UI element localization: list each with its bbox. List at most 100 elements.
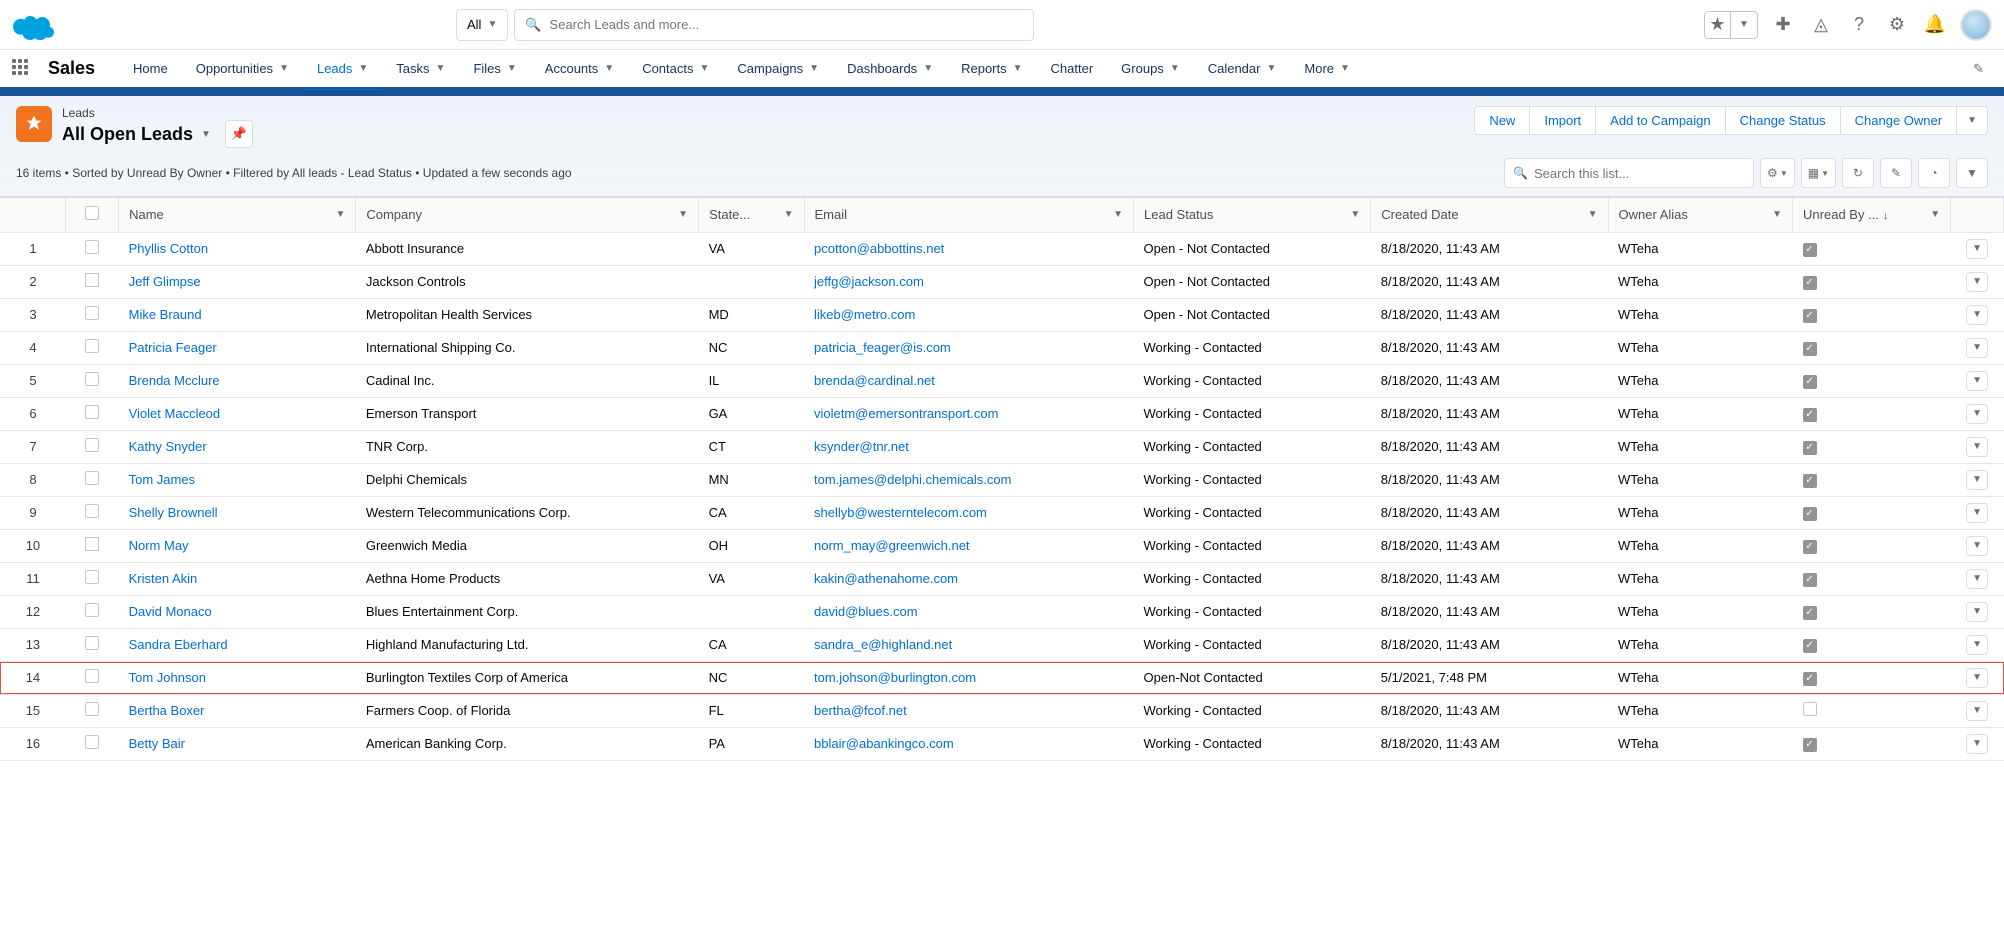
email-link[interactable]: patricia_feager@is.com bbox=[814, 340, 951, 355]
row-actions-dropdown[interactable]: ▼ bbox=[1966, 371, 1988, 391]
salesforce-logo[interactable] bbox=[12, 10, 56, 40]
email-link[interactable]: tom.james@delphi.chemicals.com bbox=[814, 472, 1011, 487]
search-box[interactable]: 🔍 bbox=[514, 9, 1034, 41]
col-owner-alias[interactable]: Owner Alias▼ bbox=[1608, 198, 1793, 232]
col-state[interactable]: State...▼ bbox=[699, 198, 804, 232]
checkbox-icon[interactable] bbox=[85, 273, 99, 287]
edit-nav-pencil-icon[interactable]: ✎ bbox=[1965, 61, 1992, 77]
nav-item-chatter[interactable]: Chatter bbox=[1037, 49, 1108, 89]
checkbox-icon[interactable] bbox=[85, 702, 99, 716]
nav-item-calendar[interactable]: Calendar▼ bbox=[1194, 49, 1291, 89]
row-actions-dropdown[interactable]: ▼ bbox=[1966, 305, 1988, 325]
nav-item-tasks[interactable]: Tasks▼ bbox=[382, 49, 459, 89]
lead-name-link[interactable]: Shelly Brownell bbox=[129, 505, 218, 520]
row-select[interactable] bbox=[66, 463, 119, 496]
search-scope-dropdown[interactable]: All ▼ bbox=[456, 9, 508, 41]
row-actions-dropdown[interactable]: ▼ bbox=[1966, 503, 1988, 523]
row-actions-dropdown[interactable]: ▼ bbox=[1966, 536, 1988, 556]
row-select[interactable] bbox=[66, 628, 119, 661]
row-select[interactable] bbox=[66, 727, 119, 760]
row-actions-dropdown[interactable]: ▼ bbox=[1966, 437, 1988, 457]
lead-name-link[interactable]: Phyllis Cotton bbox=[129, 241, 208, 256]
nav-item-leads[interactable]: Leads▼ bbox=[303, 49, 382, 89]
filter-icon[interactable]: ▼ bbox=[1956, 158, 1988, 188]
email-link[interactable]: norm_may@greenwich.net bbox=[814, 538, 970, 553]
checkbox-icon[interactable] bbox=[85, 570, 99, 584]
lead-name-link[interactable]: Mike Braund bbox=[129, 307, 202, 322]
import-button[interactable]: Import bbox=[1529, 106, 1596, 135]
row-actions-dropdown[interactable]: ▼ bbox=[1966, 734, 1988, 754]
list-search-input[interactable] bbox=[1534, 166, 1745, 181]
change-status-button[interactable]: Change Status bbox=[1725, 106, 1841, 135]
col-name[interactable]: Name▼ bbox=[119, 198, 356, 232]
row-actions-dropdown[interactable]: ▼ bbox=[1966, 239, 1988, 259]
row-select[interactable] bbox=[66, 331, 119, 364]
lead-name-link[interactable]: Patricia Feager bbox=[129, 340, 217, 355]
nav-item-contacts[interactable]: Contacts▼ bbox=[628, 49, 723, 89]
list-view-switcher[interactable]: All Open Leads ▼ 📌 bbox=[62, 120, 253, 148]
add-to-campaign-button[interactable]: Add to Campaign bbox=[1595, 106, 1725, 135]
checkbox-icon[interactable] bbox=[85, 669, 99, 683]
row-select[interactable] bbox=[66, 232, 119, 265]
nav-item-reports[interactable]: Reports▼ bbox=[947, 49, 1036, 89]
setup-gear-icon[interactable]: ⚙ bbox=[1884, 12, 1910, 38]
checkbox-icon[interactable] bbox=[85, 735, 99, 749]
checkbox-icon[interactable] bbox=[85, 405, 99, 419]
email-link[interactable]: violetm@emersontransport.com bbox=[814, 406, 998, 421]
chart-icon[interactable]: ◔ bbox=[1918, 158, 1950, 188]
email-link[interactable]: bertha@fcof.net bbox=[814, 703, 907, 718]
lead-name-link[interactable]: Jeff Glimpse bbox=[129, 274, 201, 289]
pin-list-button[interactable]: 📌 bbox=[225, 120, 253, 148]
new-button[interactable]: New bbox=[1474, 106, 1530, 135]
user-avatar[interactable] bbox=[1960, 9, 1992, 41]
refresh-icon[interactable]: ↻ bbox=[1842, 158, 1874, 188]
row-select[interactable] bbox=[66, 562, 119, 595]
email-link[interactable]: jeffg@jackson.com bbox=[814, 274, 924, 289]
checkbox-icon[interactable] bbox=[85, 206, 99, 220]
row-actions-dropdown[interactable]: ▼ bbox=[1966, 635, 1988, 655]
email-link[interactable]: sandra_e@highland.net bbox=[814, 637, 952, 652]
checkbox-icon[interactable] bbox=[85, 240, 99, 254]
row-actions-dropdown[interactable]: ▼ bbox=[1966, 569, 1988, 589]
checkbox-icon[interactable] bbox=[85, 471, 99, 485]
row-select[interactable] bbox=[66, 595, 119, 628]
email-link[interactable]: bblair@abankingco.com bbox=[814, 736, 954, 751]
checkbox-icon[interactable] bbox=[85, 537, 99, 551]
search-input[interactable] bbox=[550, 17, 1024, 32]
row-select[interactable] bbox=[66, 364, 119, 397]
row-select[interactable] bbox=[66, 265, 119, 298]
row-select[interactable] bbox=[66, 496, 119, 529]
row-actions-dropdown[interactable]: ▼ bbox=[1966, 338, 1988, 358]
checkbox-icon[interactable] bbox=[85, 339, 99, 353]
lead-name-link[interactable]: Violet Maccleod bbox=[129, 406, 221, 421]
col-unread-by-owner[interactable]: Unread By ...↓▼ bbox=[1793, 198, 1951, 232]
more-actions-dropdown[interactable]: ▼ bbox=[1956, 106, 1988, 135]
email-link[interactable]: shellyb@westerntelecom.com bbox=[814, 505, 987, 520]
email-link[interactable]: david@blues.com bbox=[814, 604, 918, 619]
col-company[interactable]: Company▼ bbox=[356, 198, 699, 232]
row-actions-dropdown[interactable]: ▼ bbox=[1966, 470, 1988, 490]
checkbox-icon[interactable] bbox=[85, 504, 99, 518]
lead-name-link[interactable]: Tom Johnson bbox=[129, 670, 206, 685]
col-lead-status[interactable]: Lead Status▼ bbox=[1134, 198, 1371, 232]
nav-item-home[interactable]: Home bbox=[119, 49, 182, 89]
row-actions-dropdown[interactable]: ▼ bbox=[1966, 701, 1988, 721]
nav-item-opportunities[interactable]: Opportunities▼ bbox=[182, 49, 303, 89]
nav-item-files[interactable]: Files▼ bbox=[459, 49, 530, 89]
email-link[interactable]: ksynder@tnr.net bbox=[814, 439, 909, 454]
notifications-bell-icon[interactable]: 🔔 bbox=[1922, 12, 1948, 38]
row-select[interactable] bbox=[66, 298, 119, 331]
row-select[interactable] bbox=[66, 529, 119, 562]
col-email[interactable]: Email▼ bbox=[804, 198, 1134, 232]
list-search-box[interactable]: 🔍 bbox=[1504, 158, 1754, 188]
lead-name-link[interactable]: Kristen Akin bbox=[129, 571, 198, 586]
nav-item-more[interactable]: More▼ bbox=[1290, 49, 1364, 89]
nav-item-groups[interactable]: Groups▼ bbox=[1107, 49, 1194, 89]
checkbox-icon[interactable] bbox=[85, 372, 99, 386]
row-select[interactable] bbox=[66, 661, 119, 694]
email-link[interactable]: kakin@athenahome.com bbox=[814, 571, 958, 586]
lead-name-link[interactable]: Bertha Boxer bbox=[129, 703, 205, 718]
row-actions-dropdown[interactable]: ▼ bbox=[1966, 272, 1988, 292]
lead-name-link[interactable]: Brenda Mcclure bbox=[129, 373, 220, 388]
lead-name-link[interactable]: Kathy Snyder bbox=[129, 439, 207, 454]
